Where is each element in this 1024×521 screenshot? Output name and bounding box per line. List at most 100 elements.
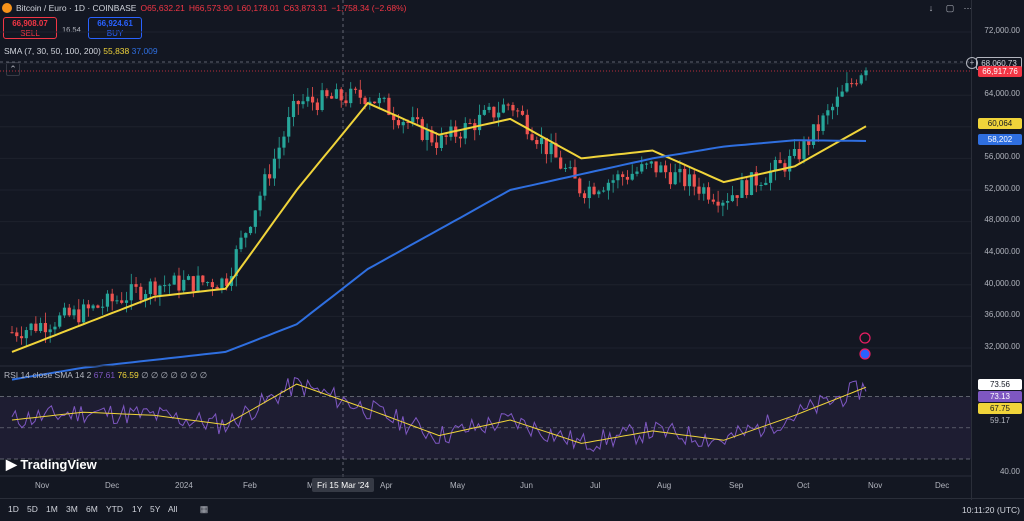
- sma-slow-line: [11, 139, 867, 381]
- candle-body: [506, 104, 510, 106]
- tradingview-logo[interactable]: ▶︎ TradingView: [6, 456, 97, 473]
- candle-body: [220, 278, 224, 289]
- time-tick: Dec: [105, 481, 120, 490]
- timeframe-button[interactable]: All: [168, 504, 177, 514]
- candle-body: [435, 142, 439, 149]
- candle-body: [263, 174, 267, 196]
- candle-body: [277, 147, 281, 159]
- timeframe-button[interactable]: 5Y: [150, 504, 160, 514]
- rsi-label: RSI 14 close SMA 14 2: [4, 370, 92, 380]
- candle-body: [39, 323, 43, 332]
- candle-body: [253, 210, 257, 227]
- candle-body: [306, 96, 310, 102]
- candle-body: [492, 106, 496, 118]
- candle-body: [458, 136, 463, 139]
- timeframe-button[interactable]: 1Y: [132, 504, 142, 514]
- candle-body: [353, 88, 358, 90]
- candle-body: [349, 88, 353, 104]
- candle-body: [53, 326, 57, 330]
- candle-body: [439, 135, 443, 149]
- time-tick: 2024: [175, 481, 193, 490]
- candle-body: [411, 117, 415, 123]
- candle-body: [444, 135, 448, 137]
- candle-body: [644, 163, 649, 165]
- calendar-icon[interactable]: ▦: [198, 503, 210, 515]
- price-chart[interactable]: [0, 0, 972, 500]
- time-tick: Aug: [657, 481, 672, 490]
- candle-body: [310, 96, 315, 103]
- candle-body: [62, 307, 67, 316]
- candle-body: [702, 187, 706, 194]
- tv-icon: ▶︎: [6, 456, 17, 472]
- candle-body: [110, 293, 114, 302]
- candle-body: [482, 109, 486, 115]
- price-tick: 64,000.00: [984, 89, 1020, 98]
- candle-body: [91, 305, 95, 309]
- candle-body: [10, 332, 14, 334]
- candle-body: [850, 83, 854, 85]
- candle-body: [568, 167, 572, 169]
- candle-body: [139, 286, 143, 300]
- candle-body: [559, 157, 563, 169]
- candle-body: [320, 90, 324, 111]
- candle-body: [788, 155, 792, 172]
- price-tick: 40,000.00: [984, 279, 1020, 288]
- timeframe-button[interactable]: 1M: [46, 504, 58, 514]
- candle-body: [525, 114, 529, 135]
- candle-body: [678, 168, 682, 173]
- candle-body: [172, 275, 176, 285]
- rsi-value-2: 76.59: [117, 370, 139, 380]
- candle-body: [773, 159, 777, 171]
- time-tick: Sep: [729, 481, 744, 490]
- candle-body: [86, 304, 90, 309]
- candle-body: [692, 174, 696, 187]
- price-tick: 48,000.00: [984, 215, 1020, 224]
- candle-body: [282, 136, 286, 148]
- timeframe-button[interactable]: 6M: [86, 504, 98, 514]
- candle-body: [659, 165, 663, 173]
- candle-body: [716, 201, 720, 206]
- time-tick: May: [450, 481, 466, 490]
- candle-body: [563, 167, 568, 169]
- candle-body: [19, 336, 24, 339]
- brand-name: TradingView: [20, 457, 97, 472]
- rsi-legend[interactable]: RSI 14 close SMA 14 2 67.61 76.59 ∅ ∅ ∅ …: [4, 370, 207, 381]
- candle-body: [587, 186, 591, 199]
- candle-body: [425, 130, 429, 140]
- time-tick: Nov: [868, 481, 883, 490]
- clock: 10:11:20 (UTC): [962, 505, 1020, 515]
- rsi-value-1: 67.61: [93, 370, 116, 380]
- candle-body: [296, 100, 300, 105]
- candle-body: [792, 149, 797, 156]
- price-axis[interactable]: 72,000.00 64,000.00 56,000.00 52,000.00 …: [971, 0, 1024, 500]
- price-tick: 52,000.00: [984, 184, 1020, 193]
- candle-body: [415, 117, 420, 120]
- timeframe-button[interactable]: 1D: [8, 504, 19, 514]
- candle-body: [831, 106, 835, 111]
- candle-body: [101, 306, 105, 308]
- candle-body: [334, 89, 339, 99]
- candle-body: [148, 281, 152, 295]
- candle-body: [535, 139, 539, 145]
- candle-body: [325, 90, 329, 97]
- candle-body: [687, 174, 692, 187]
- candle-body: [105, 293, 110, 307]
- candle-body: [497, 112, 501, 118]
- candle-body: [477, 114, 482, 131]
- timeframe-button[interactable]: 5D: [27, 504, 38, 514]
- crosshair-date-label: Fri 15 Mar '24: [312, 478, 375, 492]
- add-plus-icon[interactable]: +: [966, 57, 978, 69]
- candle-body: [549, 142, 553, 155]
- timeframe-button[interactable]: 3M: [66, 504, 78, 514]
- candle-body: [330, 96, 334, 99]
- candle-body: [77, 309, 81, 323]
- candle-body: [158, 285, 162, 295]
- candle-body: [611, 180, 615, 183]
- candle-body: [15, 332, 19, 337]
- candle-body: [315, 102, 319, 111]
- candle-body: [640, 164, 644, 172]
- timeframe-button[interactable]: YTD: [106, 504, 123, 514]
- candle-body: [530, 134, 534, 140]
- candle-body: [177, 275, 181, 291]
- rsi-tick: 73.13: [978, 391, 1022, 402]
